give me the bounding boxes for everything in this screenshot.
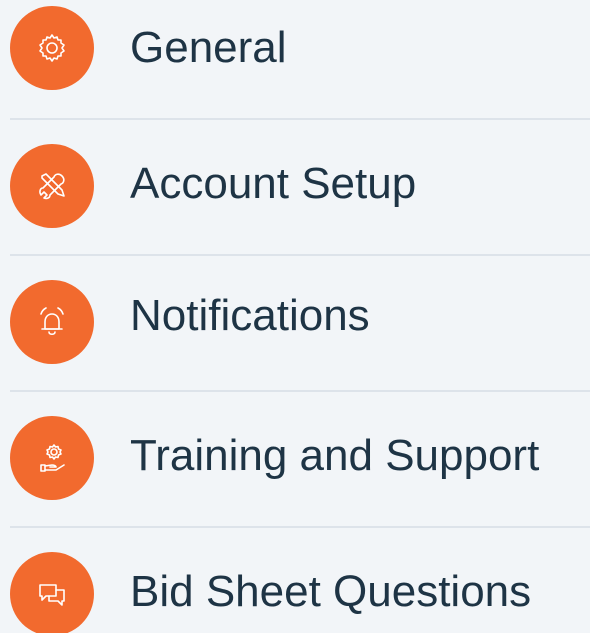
divider xyxy=(10,390,590,392)
menu-item-label: Training and Support xyxy=(130,431,540,480)
chat-bubbles-icon xyxy=(10,552,94,633)
divider xyxy=(10,254,590,256)
divider xyxy=(10,118,590,120)
settings-menu: General Account Setup Notifications Trai… xyxy=(0,0,590,633)
menu-item-general[interactable]: General xyxy=(0,0,590,104)
menu-item-bid-sheet-questions[interactable]: Bid Sheet Questions xyxy=(0,538,590,633)
menu-item-label: Account Setup xyxy=(130,159,417,208)
alarm-bell-icon xyxy=(10,280,94,364)
divider xyxy=(10,526,590,528)
menu-item-label: Notifications xyxy=(130,291,370,340)
gear-icon xyxy=(10,6,94,90)
menu-item-account-setup[interactable]: Account Setup xyxy=(0,130,590,234)
menu-item-training-and-support[interactable]: Training and Support xyxy=(0,402,590,506)
hand-gear-icon xyxy=(10,416,94,500)
menu-item-notifications[interactable]: Notifications xyxy=(0,266,590,370)
menu-item-label: Bid Sheet Questions xyxy=(130,567,532,616)
tools-icon xyxy=(10,144,94,228)
menu-item-label: General xyxy=(130,23,287,72)
